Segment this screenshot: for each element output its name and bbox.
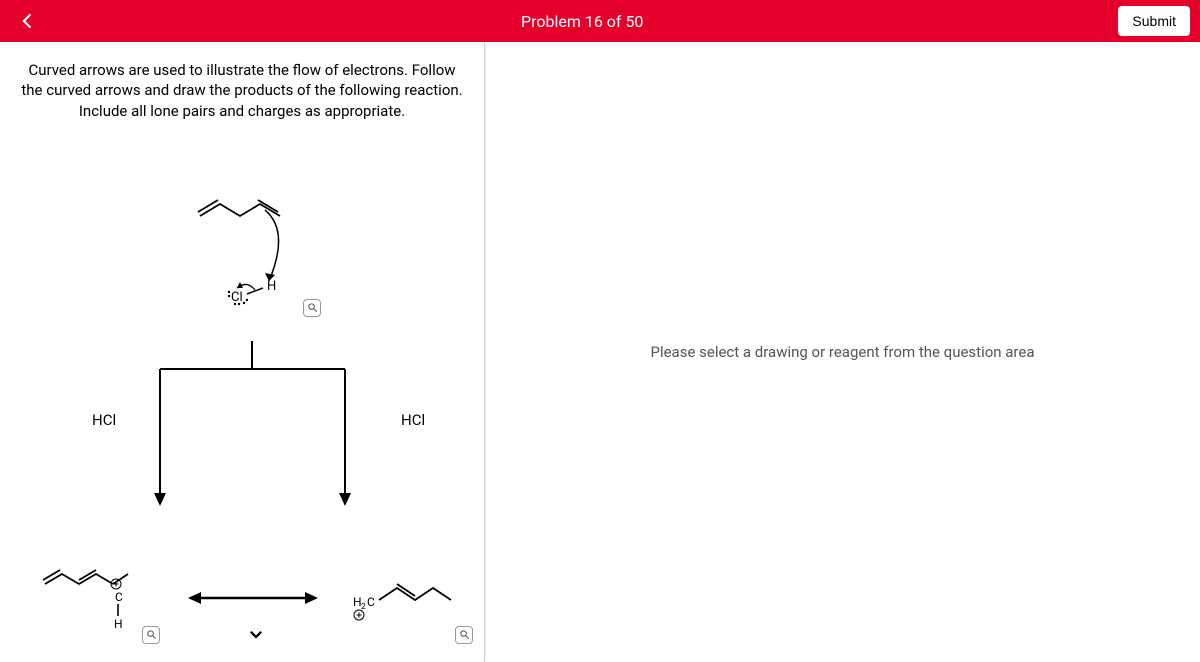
resonance-arrow bbox=[188, 591, 318, 605]
question-panel: Curved arrows are used to illustrate the… bbox=[0, 42, 485, 662]
reaction-structure[interactable]: H Cl bbox=[185, 186, 320, 321]
product-left[interactable]: C H bbox=[42, 556, 157, 636]
zoom-icon[interactable] bbox=[303, 299, 321, 317]
diagram-area: H Cl bbox=[20, 151, 464, 652]
instructions-text: Curved arrows are used to illustrate the… bbox=[20, 60, 464, 121]
zoom-icon[interactable] bbox=[142, 626, 160, 644]
chevron-down-icon[interactable] bbox=[245, 623, 267, 645]
zoom-icon[interactable] bbox=[455, 626, 473, 644]
hcl-label-right: HCl bbox=[401, 411, 425, 429]
answer-panel: Please select a drawing or reagent from … bbox=[485, 42, 1200, 662]
svg-text:H: H bbox=[114, 617, 123, 631]
svg-text:C: C bbox=[115, 590, 123, 604]
product-right[interactable]: H 2 C bbox=[345, 556, 475, 636]
placeholder-text: Please select a drawing or reagent from … bbox=[650, 343, 1034, 361]
svg-text:C: C bbox=[367, 595, 375, 609]
h-label: H bbox=[267, 279, 276, 294]
branching-arrows bbox=[130, 341, 375, 511]
cl-label: Cl bbox=[231, 290, 243, 305]
page-title: Problem 16 of 50 bbox=[58, 12, 1106, 31]
hcl-label-left: HCl bbox=[92, 411, 116, 429]
submit-button[interactable]: Submit bbox=[1118, 6, 1190, 36]
back-button[interactable] bbox=[10, 7, 46, 35]
